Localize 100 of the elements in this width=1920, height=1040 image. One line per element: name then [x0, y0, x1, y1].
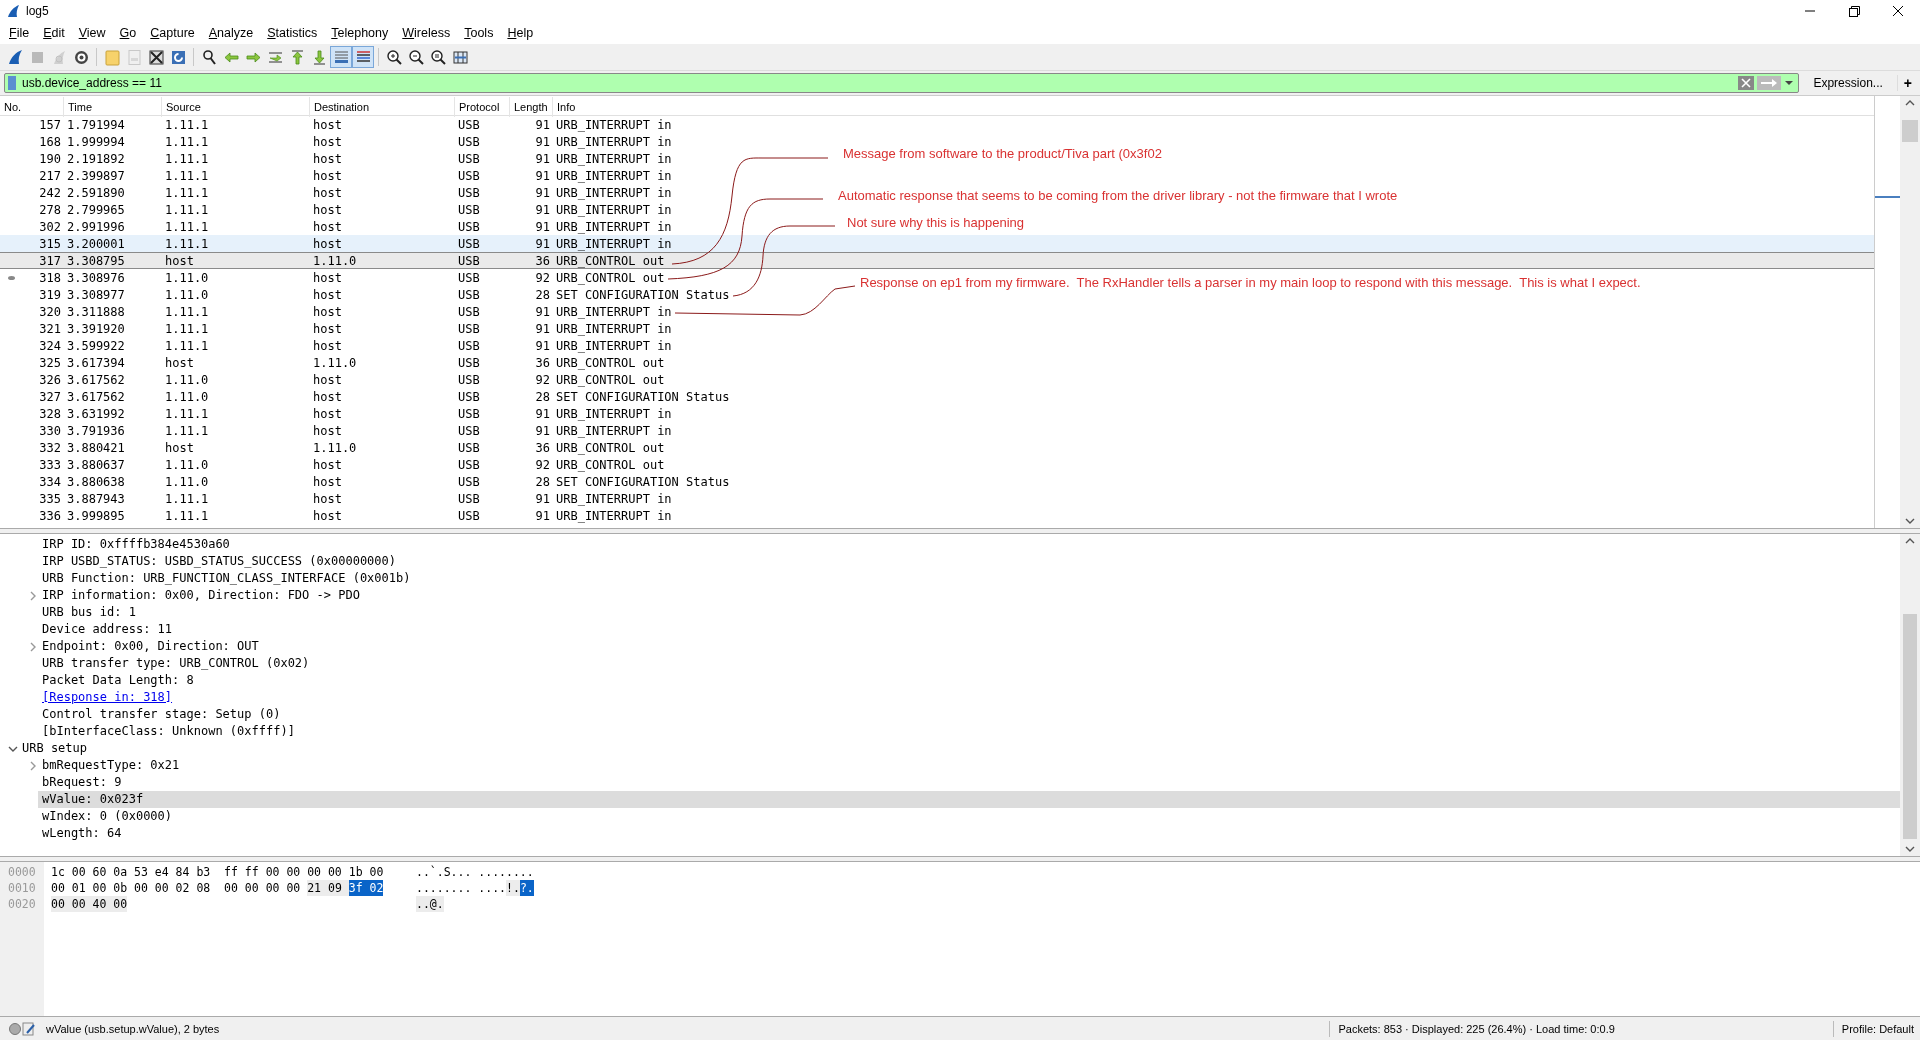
table-cell-text: 91 [534, 304, 551, 319]
table-cell-text: URB_INTERRUPT in [555, 236, 672, 251]
table-cell-text: 92 [534, 372, 551, 387]
tree-item[interactable]: URB bus id: 1 [40, 604, 138, 621]
selected-bytes[interactable]: 3f 02 [348, 880, 384, 896]
table-cell-text: 91 [534, 338, 551, 353]
tree-item[interactable]: IRP ID: 0xffffb384e4530a60 [40, 536, 232, 553]
tree-item[interactable]: URB transfer type: URB_CONTROL (0x02) [40, 655, 312, 672]
table-cell-text: USB [457, 304, 481, 319]
tree-item[interactable]: bmRequestType: 0x21 [40, 757, 182, 774]
table-cell-text: 302 [38, 219, 62, 234]
tree-item[interactable]: IRP USBD_STATUS: USBD_STATUS_SUCCESS (0x00000000) [40, 553, 398, 570]
selected-packet-row[interactable]: 317 3.308795 host 1.11.0 USB 36 URB_CONTROL out [0, 252, 1875, 269]
menu-item[interactable]: Statistics [260, 26, 325, 40]
table-cell-text: USB [457, 389, 481, 404]
table-cell-text: 217 [38, 168, 62, 183]
table-cell-text: 1.11.0 [164, 389, 210, 404]
tree-item[interactable]: wLength: 64 [40, 825, 124, 842]
table-cell-text: 1.11.0 [312, 253, 358, 268]
table-cell-text: host [312, 338, 343, 353]
table-cell-text: 1.11.1 [164, 491, 210, 506]
status-circle-icon[interactable] [8, 1022, 22, 1036]
tree-item[interactable]: bRequest: 9 [40, 774, 124, 791]
table-cell-text: 91 [534, 406, 551, 421]
hex-text[interactable]: ........ .... [416, 880, 506, 896]
field-bytes[interactable]: ..@. [416, 896, 444, 912]
table-cell-text: USB [457, 355, 481, 370]
tree-item[interactable]: Device address: 11 [40, 621, 175, 638]
menu-item[interactable]: Go [112, 26, 144, 40]
tree-item[interactable]: [bInterfaceClass: Unknown (0xffff)] [40, 723, 297, 740]
table-cell-text: 1.11.0 [164, 270, 210, 285]
table-cell-text: 91 [534, 151, 551, 166]
table-cell-text: 2.399897 [66, 168, 126, 183]
field-bytes[interactable]: !. [506, 880, 520, 896]
hex-text[interactable]: ..`.S... ........ [416, 864, 534, 880]
tree-item[interactable]: IRP information: 0x00, Direction: FDO -> PDO [40, 587, 362, 604]
table-cell-text: 1.11.1 [164, 117, 210, 132]
table-cell-text: 1.11.0 [164, 287, 210, 302]
tree-item[interactable]: Packet Data Length: 8 [40, 672, 196, 689]
menu-item[interactable]: Analyze [201, 26, 261, 40]
tree-item[interactable]: Endpoint: 0x00, Direction: OUT [40, 638, 261, 655]
menu-item[interactable]: View [71, 26, 113, 40]
status-profile[interactable]: Profile: Default [1841, 1023, 1914, 1035]
table-cell-text: URB_INTERRUPT in [555, 185, 672, 200]
table-cell-text: 36 [534, 440, 551, 455]
hex-text[interactable]: 1c 00 60 0a 53 e4 84 b3 ff ff 00 00 00 00 1b 00 [51, 864, 384, 880]
table-cell-text: USB [457, 168, 481, 183]
chevron-right-icon[interactable] [28, 760, 38, 771]
vertical-scrollbar[interactable] [1900, 96, 1920, 528]
clear-icon[interactable] [1738, 75, 1755, 91]
column-header[interactable]: Destination [310, 97, 455, 117]
column-header[interactable]: Time [64, 97, 162, 117]
table-cell-text: URB_CONTROL out [555, 372, 665, 387]
vertical-scrollbar[interactable] [1900, 534, 1920, 856]
tree-item[interactable]: wValue: 0x023f [40, 791, 146, 808]
table-cell-text: 2.191892 [66, 151, 126, 166]
menu-item[interactable]: Help [500, 26, 541, 40]
menu-item[interactable]: Tools [457, 26, 501, 40]
response-link[interactable]: [Response in: 318] [40, 689, 175, 706]
expression-button[interactable]: Expression... [1805, 76, 1891, 90]
table-cell-text: USB [457, 440, 481, 455]
menu-item[interactable]: Telephony [324, 26, 396, 40]
table-cell-text: 3.617562 [66, 389, 126, 404]
add-filter-button[interactable]: + [1896, 75, 1918, 91]
tree-item[interactable]: URB setup [20, 740, 90, 757]
bookmark-icon[interactable] [5, 75, 19, 91]
field-bytes[interactable]: 21 09 [307, 880, 349, 896]
scrollbar-thumb[interactable] [1902, 120, 1918, 142]
table-cell-text: 242 [38, 185, 62, 200]
scrollbar-thumb[interactable] [1903, 614, 1917, 839]
table-cell-text: 3.308795 [66, 253, 126, 268]
table-cell-text: host [312, 423, 343, 438]
tree-item[interactable]: wIndex: 0 (0x0000) [40, 808, 175, 825]
annotation-text: Response on ep1 from my firmware. The RxHandler tells a parser in my main loop to respond with this message. This is what I expect. [860, 275, 1641, 290]
field-bytes[interactable]: 00 00 40 00 [51, 896, 128, 912]
display-filter-field[interactable]: usb.device_address == 11 [4, 73, 1800, 93]
hex-text[interactable]: 00 01 00 0b 00 00 02 08 00 00 00 00 [51, 880, 308, 896]
highlighted-packet-row[interactable]: 315 3.200001 1.11.1 host USB 91 URB_INTERRUPT in [0, 235, 1875, 252]
table-cell-text: 3.791936 [66, 423, 126, 438]
menu-item[interactable]: Edit [36, 26, 72, 40]
tree-item[interactable]: Control transfer stage: Setup (0) [40, 706, 283, 723]
table-cell-text: USB [457, 457, 481, 472]
table-cell-text: USB [457, 219, 481, 234]
table-cell-text: USB [457, 508, 481, 523]
pencil-icon[interactable] [22, 1022, 36, 1036]
column-header[interactable]: Source [162, 97, 310, 117]
tree-item[interactable]: URB Function: URB_FUNCTION_CLASS_INTERFACE (0x001b) [40, 570, 413, 587]
table-cell-text: 1.11.1 [164, 134, 210, 149]
table-cell-text: 315 [38, 236, 62, 251]
minimap-marker [1875, 196, 1900, 198]
column-header[interactable]: Length [510, 97, 553, 117]
chevron-right-icon[interactable] [28, 641, 38, 652]
menu-item[interactable]: Wireless [395, 26, 458, 40]
column-header[interactable]: No. [0, 97, 64, 117]
chevron-right-icon[interactable] [28, 590, 38, 601]
menu-item[interactable]: Capture [143, 26, 202, 40]
table-cell-text: host [164, 253, 195, 268]
menu-item[interactable]: File [2, 26, 37, 40]
column-header[interactable]: Protocol [455, 97, 510, 117]
table-cell-text: 336 [38, 508, 62, 523]
